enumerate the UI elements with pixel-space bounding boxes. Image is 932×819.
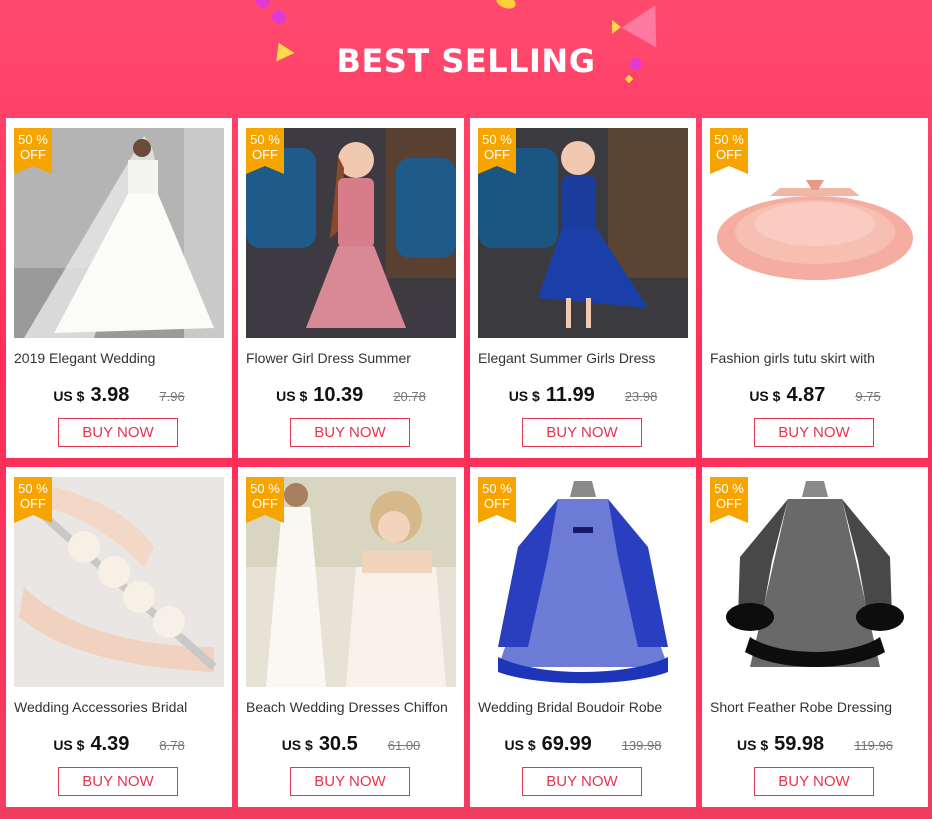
product-card[interactable]: 50 % OFF 2019 Elegant Wedding US $ 3.98 7.… — [6, 118, 232, 458]
original-price: 7.96 — [159, 389, 185, 404]
product-title[interactable]: Fashion girls tutu skirt with — [710, 350, 920, 366]
price-row: US $ 4.39 8.78 — [6, 733, 232, 756]
product-card[interactable]: 50 % OFF Elegant Summer Girls Dress US $… — [470, 118, 696, 458]
discount-label: OFF — [716, 496, 742, 511]
sale-price: 4.87 — [786, 384, 826, 406]
buy-now-button[interactable]: BUY NOW — [290, 767, 410, 796]
currency-label: US $ — [281, 737, 313, 753]
price-row: US $ 59.98 119.96 — [702, 733, 928, 756]
product-title[interactable]: Elegant Summer Girls Dress — [478, 350, 688, 366]
original-price: 20.78 — [393, 389, 426, 404]
original-price: 139.98 — [621, 738, 662, 753]
currency-label: US $ — [53, 737, 85, 753]
price-row: US $ 10.39 20.78 — [238, 384, 464, 407]
product-image[interactable]: 50 % OFF — [14, 128, 224, 338]
discount-label: OFF — [20, 496, 46, 511]
product-card[interactable]: 50 % OFF Wedding Bridal Boudoir Robe US … — [470, 467, 696, 807]
sale-price: 11.99 — [545, 384, 595, 406]
page-title: BEST SELLING — [336, 42, 596, 80]
discount-badge: 50 % OFF — [14, 477, 52, 523]
product-title[interactable]: 2019 Elegant Wedding — [14, 350, 224, 366]
product-card[interactable]: 50 % OFF Fashion girls tutu skirt with U… — [702, 118, 928, 458]
product-title[interactable]: Short Feather Robe Dressing — [710, 699, 920, 715]
discount-badge: 50 % OFF — [478, 477, 516, 523]
discount-badge: 50 % OFF — [710, 128, 748, 174]
price-row: US $ 69.99 139.98 — [470, 733, 696, 756]
discount-label: OFF — [20, 147, 46, 162]
product-grid: 50 % OFF 2019 Elegant Wedding US $ 3.98 7.… — [6, 118, 928, 807]
currency-label: US $ — [53, 388, 85, 404]
discount-percent: 50 % — [714, 481, 744, 496]
discount-badge: 50 % OFF — [246, 128, 284, 174]
confetti-dot — [256, 0, 270, 8]
product-image[interactable]: 50 % OFF — [14, 477, 224, 687]
product-image[interactable]: 50 % OFF — [478, 128, 688, 338]
price-row: US $ 3.98 7.96 — [6, 384, 232, 407]
discount-badge: 50 % OFF — [14, 128, 52, 174]
confetti-triangle — [612, 20, 621, 34]
confetti-triangle — [621, 0, 675, 48]
discount-percent: 50 % — [250, 481, 280, 496]
original-price: 119.96 — [854, 738, 893, 753]
buy-now-button[interactable]: BUY NOW — [58, 767, 178, 796]
confetti-coin — [494, 0, 518, 12]
discount-badge: 50 % OFF — [478, 128, 516, 174]
discount-label: OFF — [252, 496, 278, 511]
product-title[interactable]: Beach Wedding Dresses Chiffon — [246, 699, 456, 715]
sale-price: 30.5 — [318, 733, 358, 755]
product-image[interactable]: 50 % OFF — [246, 128, 456, 338]
buy-now-button[interactable]: BUY NOW — [522, 767, 642, 796]
confetti-dot — [272, 10, 286, 24]
sale-price: 59.98 — [774, 733, 825, 755]
discount-label: OFF — [484, 147, 510, 162]
discount-percent: 50 % — [714, 132, 744, 147]
price-row: US $ 11.99 23.98 — [470, 384, 696, 407]
discount-percent: 50 % — [18, 481, 48, 496]
original-price: 9.75 — [855, 389, 881, 404]
product-image[interactable]: 50 % OFF — [478, 477, 688, 687]
sale-price: 69.99 — [541, 733, 592, 755]
discount-percent: 50 % — [482, 481, 512, 496]
currency-label: US $ — [508, 388, 540, 404]
buy-now-button[interactable]: BUY NOW — [754, 418, 874, 447]
buy-now-button[interactable]: BUY NOW — [290, 418, 410, 447]
product-card[interactable]: 50 % OFF Wedding Accessories Bridal US $… — [6, 467, 232, 807]
currency-label: US $ — [737, 737, 769, 753]
original-price: 23.98 — [624, 389, 658, 404]
product-image[interactable]: 50 % OFF — [710, 128, 920, 338]
currency-label: US $ — [504, 737, 536, 753]
discount-label: OFF — [716, 147, 742, 162]
product-image[interactable]: 50 % OFF — [710, 477, 920, 687]
discount-badge: 50 % OFF — [710, 477, 748, 523]
discount-percent: 50 % — [18, 132, 48, 147]
product-card[interactable]: 50 % OFF Flower Girl Dress Summer US $ 10… — [238, 118, 464, 458]
discount-percent: 50 % — [250, 132, 280, 147]
product-title[interactable]: Wedding Accessories Bridal — [14, 699, 224, 715]
product-title[interactable]: Flower Girl Dress Summer — [246, 350, 456, 366]
discount-label: OFF — [252, 147, 278, 162]
product-image[interactable]: 50 % OFF — [246, 477, 456, 687]
sale-price: 10.39 — [313, 384, 364, 406]
discount-label: OFF — [484, 496, 510, 511]
currency-label: US $ — [749, 388, 781, 404]
buy-now-button[interactable]: BUY NOW — [754, 767, 874, 796]
discount-badge: 50 % OFF — [246, 477, 284, 523]
product-title[interactable]: Wedding Bridal Boudoir Robe — [478, 699, 688, 715]
currency-label: US $ — [276, 388, 308, 404]
product-card[interactable]: 50 % OFF Short Feather Robe Dressing US … — [702, 467, 928, 807]
price-row: US $ 30.5 61.00 — [238, 733, 464, 756]
sale-price: 4.39 — [90, 733, 130, 755]
discount-percent: 50 % — [482, 132, 512, 147]
sale-price: 3.98 — [90, 384, 130, 406]
original-price: 8.78 — [159, 738, 185, 753]
buy-now-button[interactable]: BUY NOW — [522, 418, 642, 447]
product-card[interactable]: 50 % OFF Beach Wedding Dresses Chiffon U… — [238, 467, 464, 807]
original-price: 61.00 — [387, 738, 421, 753]
price-row: US $ 4.87 9.75 — [702, 384, 928, 407]
buy-now-button[interactable]: BUY NOW — [58, 418, 178, 447]
